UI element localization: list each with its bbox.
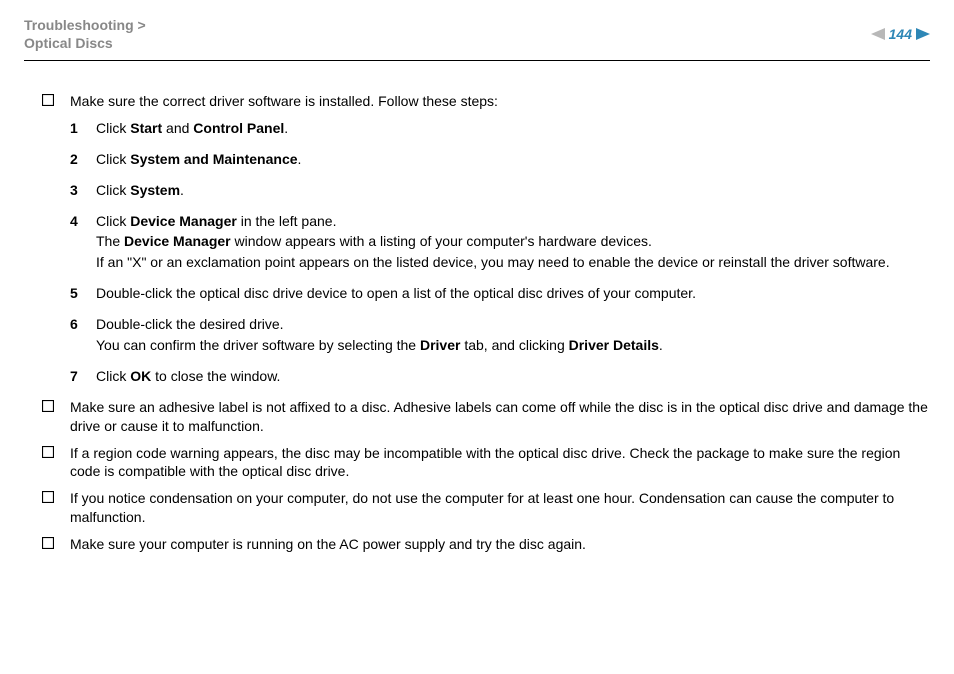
bullets-list: Make sure an adhesive label is not affix… bbox=[42, 398, 930, 554]
page-number-nav: 144 bbox=[871, 26, 930, 42]
checkbox-bullet-icon bbox=[42, 535, 70, 549]
step-text: Double-click the desired drive.You can c… bbox=[96, 315, 930, 357]
checkbox-bullet-icon bbox=[42, 92, 70, 106]
bullet-row: If you notice condensation on your compu… bbox=[42, 489, 930, 527]
step-number: 4 bbox=[70, 212, 96, 231]
bullet-text: Make sure an adhesive label is not affix… bbox=[70, 398, 930, 436]
checkbox-bullet-icon bbox=[42, 444, 70, 458]
bullet-intro: Make sure the correct driver software is… bbox=[42, 92, 930, 111]
prev-page-icon[interactable] bbox=[871, 28, 885, 40]
step-row: 3Click System. bbox=[70, 181, 930, 202]
page: Troubleshooting > Optical Discs 144 Make… bbox=[0, 0, 954, 674]
bullet-text: If you notice condensation on your compu… bbox=[70, 489, 930, 527]
header-rule bbox=[24, 60, 930, 61]
breadcrumb-line2: Optical Discs bbox=[24, 35, 113, 51]
next-page-icon[interactable] bbox=[916, 28, 930, 40]
bullet-row: If a region code warning appears, the di… bbox=[42, 444, 930, 482]
checkbox-bullet-icon bbox=[42, 489, 70, 503]
step-row: 7Click OK to close the window. bbox=[70, 367, 930, 388]
step-text: Double-click the optical disc drive devi… bbox=[96, 284, 930, 305]
step-number: 1 bbox=[70, 119, 96, 138]
bullet-text: If a region code warning appears, the di… bbox=[70, 444, 930, 482]
step-number: 3 bbox=[70, 181, 96, 200]
step-row: 4Click Device Manager in the left pane.T… bbox=[70, 212, 930, 275]
bullet-text: Make sure your computer is running on th… bbox=[70, 535, 930, 554]
step-number: 2 bbox=[70, 150, 96, 169]
step-row: 2Click System and Maintenance. bbox=[70, 150, 930, 171]
step-text: Click OK to close the window. bbox=[96, 367, 930, 388]
step-row: 1Click Start and Control Panel. bbox=[70, 119, 930, 140]
bullet-row: Make sure your computer is running on th… bbox=[42, 535, 930, 554]
step-number: 7 bbox=[70, 367, 96, 386]
checkbox-bullet-icon bbox=[42, 398, 70, 412]
bullet-row: Make sure an adhesive label is not affix… bbox=[42, 398, 930, 436]
step-row: 6Double-click the desired drive.You can … bbox=[70, 315, 930, 357]
step-number: 6 bbox=[70, 315, 96, 334]
step-text: Click System and Maintenance. bbox=[96, 150, 930, 171]
content: Make sure the correct driver software is… bbox=[42, 92, 930, 562]
breadcrumb-line1: Troubleshooting > bbox=[24, 17, 146, 33]
step-row: 5Double-click the optical disc drive dev… bbox=[70, 284, 930, 305]
page-number: 144 bbox=[889, 26, 912, 42]
step-text: Click Start and Control Panel. bbox=[96, 119, 930, 140]
step-number: 5 bbox=[70, 284, 96, 303]
breadcrumb: Troubleshooting > Optical Discs bbox=[24, 16, 930, 52]
header: Troubleshooting > Optical Discs 144 bbox=[24, 16, 930, 60]
bullet-intro-text: Make sure the correct driver software is… bbox=[70, 92, 930, 111]
step-text: Click Device Manager in the left pane.Th… bbox=[96, 212, 930, 275]
steps-list: 1Click Start and Control Panel.2Click Sy… bbox=[70, 119, 930, 388]
step-text: Click System. bbox=[96, 181, 930, 202]
